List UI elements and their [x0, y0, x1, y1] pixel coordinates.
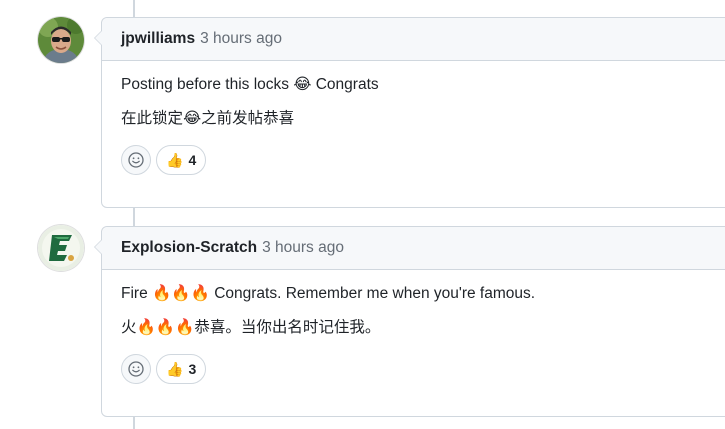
add-reaction-button[interactable] [121, 145, 151, 175]
comment-body: Fire 🔥🔥🔥 Congrats. Remember me when you'… [102, 270, 725, 338]
timestamp-link[interactable]: 3 hours ago [200, 30, 282, 48]
thumbs-up-reaction-button[interactable]: 👍 3 [156, 354, 207, 384]
thumbs-up-reaction-button[interactable]: 👍 4 [156, 145, 207, 175]
person-avatar-icon [38, 17, 84, 63]
avatar-jpwilliams[interactable] [38, 17, 84, 63]
comment-card: jpwilliams 3 hours ago Posting before th… [94, 17, 725, 208]
author-link[interactable]: Explosion-Scratch [121, 239, 257, 257]
comment-line: Fire 🔥🔥🔥 Congrats. Remember me when you'… [121, 285, 536, 302]
comment-line: 火🔥🔥🔥恭喜。当你出名时记住我。 [121, 319, 381, 336]
reaction-count: 3 [188, 361, 197, 377]
avatar-explosion-scratch[interactable] [38, 225, 84, 271]
add-reaction-button[interactable] [121, 354, 151, 384]
comment-line: Posting before this locks 😂 Congrats [121, 76, 379, 93]
comment-header: jpwilliams 3 hours ago [102, 18, 725, 61]
thumbs-up-icon: 👍 [166, 360, 184, 377]
comment-body: Posting before this locks 😂 Congrats 在此锁… [102, 61, 725, 129]
comment-line: 在此锁定😂之前发帖恭喜 [121, 110, 295, 127]
thumbs-up-icon: 👍 [166, 151, 184, 168]
reactions-bar: 👍 3 [102, 352, 725, 402]
letter-e-avatar-icon [38, 225, 84, 271]
comment-header: Explosion-Scratch 3 hours ago [102, 227, 725, 270]
timestamp-link[interactable]: 3 hours ago [262, 239, 344, 257]
author-link[interactable]: jpwilliams [121, 30, 195, 48]
smiley-icon [128, 152, 144, 168]
reactions-bar: 👍 4 [102, 143, 725, 193]
reaction-count: 4 [188, 152, 197, 168]
smiley-icon [128, 361, 144, 377]
comment-card: Explosion-Scratch 3 hours ago Fire 🔥🔥🔥 C… [94, 226, 725, 417]
comment-timeline: jpwilliams 3 hours ago Posting before th… [0, 0, 725, 429]
